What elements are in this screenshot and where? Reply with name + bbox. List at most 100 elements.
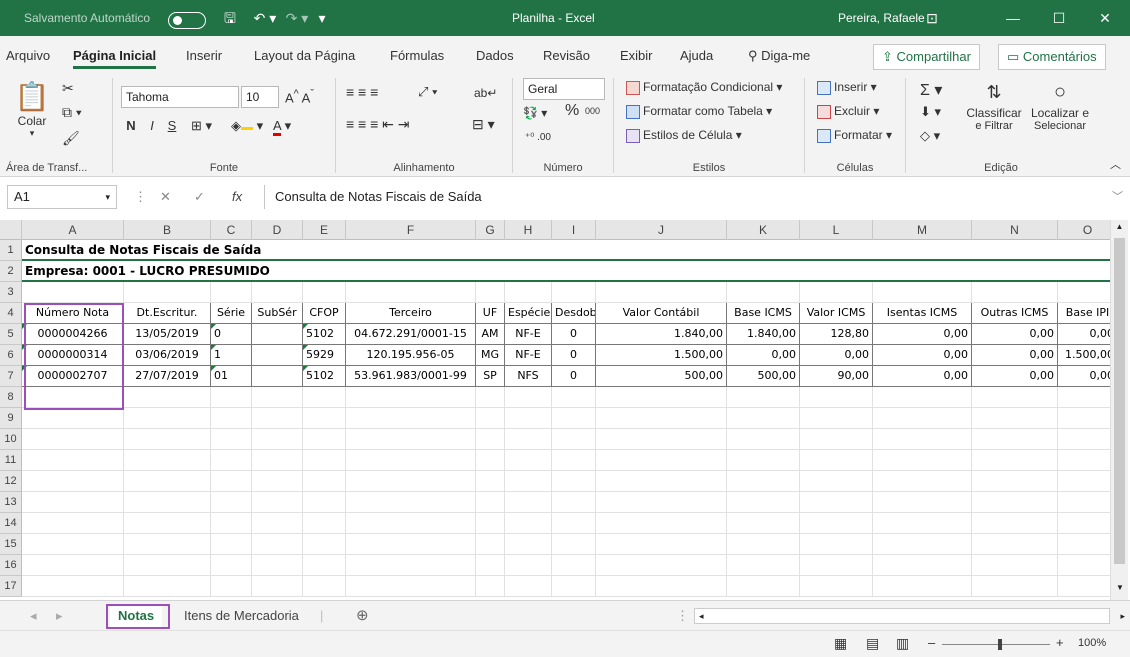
format-as-table-button[interactable]: Formatar como Tabela ▾ <box>626 104 772 119</box>
decimal-increase-icon[interactable]: ⁺⁰ .00 <box>525 132 551 143</box>
table-cell[interactable] <box>505 534 552 555</box>
table-cell[interactable]: SP <box>476 366 505 387</box>
table-cell[interactable]: 0,00 <box>1058 366 1110 387</box>
table-cell[interactable] <box>727 513 800 534</box>
scroll-down-icon[interactable]: ▼ <box>1111 583 1129 592</box>
table-cell[interactable]: NF-E <box>505 345 552 366</box>
italic-button[interactable]: I <box>145 118 159 133</box>
table-cell[interactable] <box>211 492 252 513</box>
column-header[interactable]: H <box>505 220 552 240</box>
table-cell[interactable] <box>252 471 303 492</box>
table-cell[interactable] <box>22 429 124 450</box>
scroll-left-icon[interactable]: ◂ <box>699 609 704 623</box>
table-cell[interactable] <box>800 534 873 555</box>
column-title[interactable]: Dt.Escritur. <box>124 303 211 324</box>
zoom-level[interactable]: 100% <box>1078 637 1106 649</box>
table-cell[interactable] <box>596 513 727 534</box>
table-cell[interactable] <box>596 282 727 303</box>
table-cell[interactable] <box>252 282 303 303</box>
column-title[interactable]: Desdob <box>552 303 596 324</box>
scroll-thumb[interactable] <box>1114 238 1125 564</box>
table-cell[interactable] <box>303 471 346 492</box>
column-header[interactable]: D <box>252 220 303 240</box>
column-title[interactable]: Base IPI <box>1058 303 1110 324</box>
column-title[interactable]: CFOP <box>303 303 346 324</box>
table-cell[interactable] <box>552 534 596 555</box>
column-title[interactable]: SubSér <box>252 303 303 324</box>
table-cell[interactable] <box>303 429 346 450</box>
sort-filter-button[interactable]: ⇅ Classificar e Filtrar <box>958 78 1030 132</box>
row-header[interactable]: 5 <box>0 324 22 345</box>
table-cell[interactable] <box>124 492 211 513</box>
number-format-select[interactable]: Geral <box>523 78 605 100</box>
table-cell[interactable] <box>552 387 596 408</box>
table-cell[interactable] <box>303 282 346 303</box>
normal-view-icon[interactable]: ▦ <box>834 635 847 652</box>
table-cell[interactable] <box>211 513 252 534</box>
table-cell[interactable] <box>211 408 252 429</box>
table-cell[interactable] <box>252 324 303 345</box>
share-button[interactable]: ⇪ Compartilhar <box>873 44 980 70</box>
table-cell[interactable]: 0,00 <box>972 345 1058 366</box>
row-header[interactable]: 12 <box>0 471 22 492</box>
ribbon-display-icon[interactable]: ⊡ <box>920 0 944 36</box>
column-header[interactable]: E <box>303 220 346 240</box>
fill-icon[interactable]: ⬇ ▾ <box>920 104 941 120</box>
table-cell[interactable] <box>346 429 476 450</box>
scroll-right-icon[interactable]: ▸ <box>1120 609 1125 623</box>
table-cell[interactable] <box>252 513 303 534</box>
table-cell[interactable] <box>252 555 303 576</box>
page-layout-view-icon[interactable]: ▤ <box>866 635 879 652</box>
table-cell[interactable] <box>252 534 303 555</box>
table-cell[interactable] <box>124 513 211 534</box>
find-select-button[interactable]: ○ Localizar e Selecionar <box>1028 78 1092 132</box>
table-cell[interactable] <box>346 513 476 534</box>
add-sheet-icon[interactable]: ⊕ <box>356 604 369 628</box>
table-cell[interactable] <box>1058 492 1110 513</box>
close-icon[interactable]: ✕ <box>1082 0 1128 36</box>
vertical-scrollbar[interactable]: ▲ ▼ <box>1110 220 1128 600</box>
table-cell[interactable] <box>303 408 346 429</box>
table-cell[interactable]: 5929 <box>303 345 346 366</box>
table-cell[interactable] <box>505 492 552 513</box>
table-cell[interactable] <box>346 471 476 492</box>
table-cell[interactable] <box>303 555 346 576</box>
align-left-icon[interactable]: ≡ ≡ ≡ ⇤ ⇥ <box>346 116 410 133</box>
table-cell[interactable] <box>476 534 505 555</box>
column-header[interactable]: C <box>211 220 252 240</box>
table-cell[interactable] <box>727 408 800 429</box>
table-cell[interactable]: 27/07/2019 <box>124 366 211 387</box>
table-cell[interactable] <box>252 387 303 408</box>
table-cell[interactable] <box>596 492 727 513</box>
table-cell[interactable] <box>22 576 124 597</box>
table-cell[interactable] <box>505 513 552 534</box>
table-cell[interactable] <box>252 366 303 387</box>
table-cell[interactable]: 0,00 <box>972 324 1058 345</box>
redo-icon[interactable]: ↷ ▾ <box>282 0 312 36</box>
table-cell[interactable] <box>1058 555 1110 576</box>
table-cell[interactable] <box>972 408 1058 429</box>
table-cell[interactable] <box>303 534 346 555</box>
table-cell[interactable]: 5102 <box>303 324 346 345</box>
report-title[interactable]: Consulta de Notas Fiscais de Saída <box>22 240 1110 261</box>
table-cell[interactable] <box>552 555 596 576</box>
table-cell[interactable]: 04.672.291/0001-15 <box>346 324 476 345</box>
table-cell[interactable]: NF-E <box>505 324 552 345</box>
accounting-format-icon[interactable]: 💱 ▾ <box>523 106 547 120</box>
table-cell[interactable] <box>972 282 1058 303</box>
table-cell[interactable] <box>476 555 505 576</box>
table-cell[interactable] <box>124 471 211 492</box>
table-cell[interactable]: 500,00 <box>596 366 727 387</box>
table-cell[interactable] <box>211 555 252 576</box>
sheet-tab-itens[interactable]: Itens de Mercadoria <box>184 604 299 628</box>
worksheet-grid[interactable]: ABCDEFGHIJKLMNO 1 2 3 4 5 6 7 8 9 10 11 12 13 14 15 16 1… <box>0 220 1110 600</box>
column-title[interactable]: UF <box>476 303 505 324</box>
row-header[interactable]: 2 <box>0 261 22 282</box>
table-cell[interactable] <box>972 387 1058 408</box>
table-cell[interactable] <box>800 429 873 450</box>
table-cell[interactable] <box>1058 450 1110 471</box>
tab-exibir[interactable]: Exibir <box>620 36 653 72</box>
row-header[interactable]: 3 <box>0 282 22 303</box>
table-cell[interactable]: 1 <box>211 345 252 366</box>
table-cell[interactable]: 5102 <box>303 366 346 387</box>
